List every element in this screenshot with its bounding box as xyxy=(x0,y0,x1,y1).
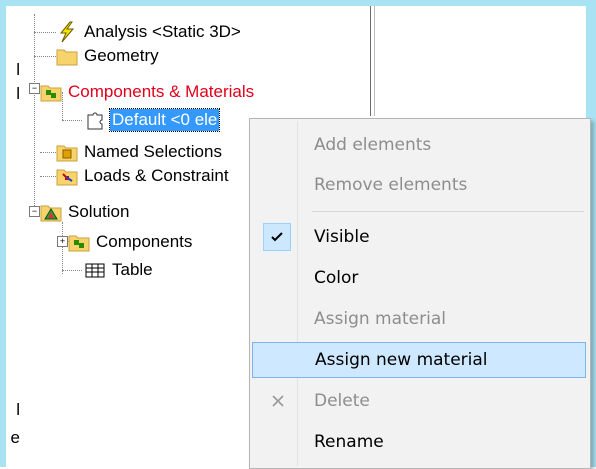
x-icon xyxy=(268,391,288,411)
tree-node-geometry[interactable]: Geometry xyxy=(56,44,161,68)
folder-icon xyxy=(56,45,78,67)
expand-toggle[interactable]: + xyxy=(57,236,68,247)
collapse-toggle[interactable]: − xyxy=(29,206,40,217)
menu-separator xyxy=(312,211,584,212)
tree-connector xyxy=(62,222,63,274)
tree-node-solution[interactable]: Solution xyxy=(40,200,131,224)
tree-node-label: Table xyxy=(112,260,153,279)
menu-item-visible[interactable]: Visible xyxy=(252,219,586,255)
menu-item-label: Color xyxy=(314,268,359,288)
menu-item-assign-material[interactable]: Assign material xyxy=(252,301,586,337)
menu-item-color[interactable]: Color xyxy=(252,260,586,296)
menu-item-remove-elements[interactable]: Remove elements xyxy=(252,167,586,203)
tree-node-label: Solution xyxy=(68,202,130,221)
menu-item-assign-new-material[interactable]: Assign new material xyxy=(252,342,586,378)
tree-node-named-selections[interactable]: Named Selections xyxy=(56,140,224,164)
menu-item-delete[interactable]: Delete xyxy=(252,383,586,419)
tree-node-default[interactable]: Default <0 ele xyxy=(84,108,221,132)
menu-item-label: Delete xyxy=(314,391,370,411)
tree-node-components[interactable]: Components xyxy=(68,230,194,254)
menu-item-label: Rename xyxy=(314,432,384,452)
tree-connector xyxy=(62,270,82,271)
tree-node-label: Analysis <Static 3D> xyxy=(84,22,241,41)
tree-node-label: Named Selections xyxy=(84,142,222,161)
tree-node-analysis[interactable]: Analysis <Static 3D> xyxy=(56,20,243,44)
menu-item-add-elements[interactable]: Add elements xyxy=(252,127,586,163)
collapse-toggle[interactable]: − xyxy=(29,83,40,94)
menu-item-label: Remove elements xyxy=(314,175,468,195)
tree-node-label: Components xyxy=(96,232,193,251)
tree-connector xyxy=(62,120,82,121)
named-selections-icon xyxy=(56,141,78,163)
table-grid-icon xyxy=(84,259,106,281)
solution-triangle-icon xyxy=(40,201,62,223)
tree-node-components-materials[interactable]: Components & Materials xyxy=(40,80,256,104)
tree-node-label: Loads & Constraint xyxy=(84,166,229,185)
panel-splitter[interactable] xyxy=(370,6,375,116)
tree-node-label: Geometry xyxy=(84,46,159,65)
loads-icon xyxy=(56,165,78,187)
tree-node-table[interactable]: Table xyxy=(84,258,155,282)
checkmark-icon xyxy=(263,223,291,251)
tree-connector xyxy=(40,152,56,153)
menu-item-label: Assign material xyxy=(314,309,446,329)
components-folder-icon xyxy=(68,231,90,253)
puzzle-icon xyxy=(84,109,106,131)
menu-item-label: Visible xyxy=(314,227,370,247)
tree-connector xyxy=(34,14,35,210)
tree-node-label: Components & Materials xyxy=(68,82,255,101)
tree-connector xyxy=(34,56,56,57)
context-menu: Add elements Remove elements Visible Col… xyxy=(249,118,591,469)
tree-connector xyxy=(40,176,56,177)
lightning-icon xyxy=(56,21,78,43)
menu-item-label: Assign new material xyxy=(315,350,488,370)
tree-connector xyxy=(34,32,56,33)
menu-item-rename[interactable]: Rename xyxy=(252,424,586,460)
tree-node-label: Default <0 ele xyxy=(108,108,221,132)
tree-node-loads-constraints[interactable]: Loads & Constraint xyxy=(56,164,231,188)
components-folder-icon xyxy=(40,81,62,103)
menu-item-label: Add elements xyxy=(314,135,432,155)
